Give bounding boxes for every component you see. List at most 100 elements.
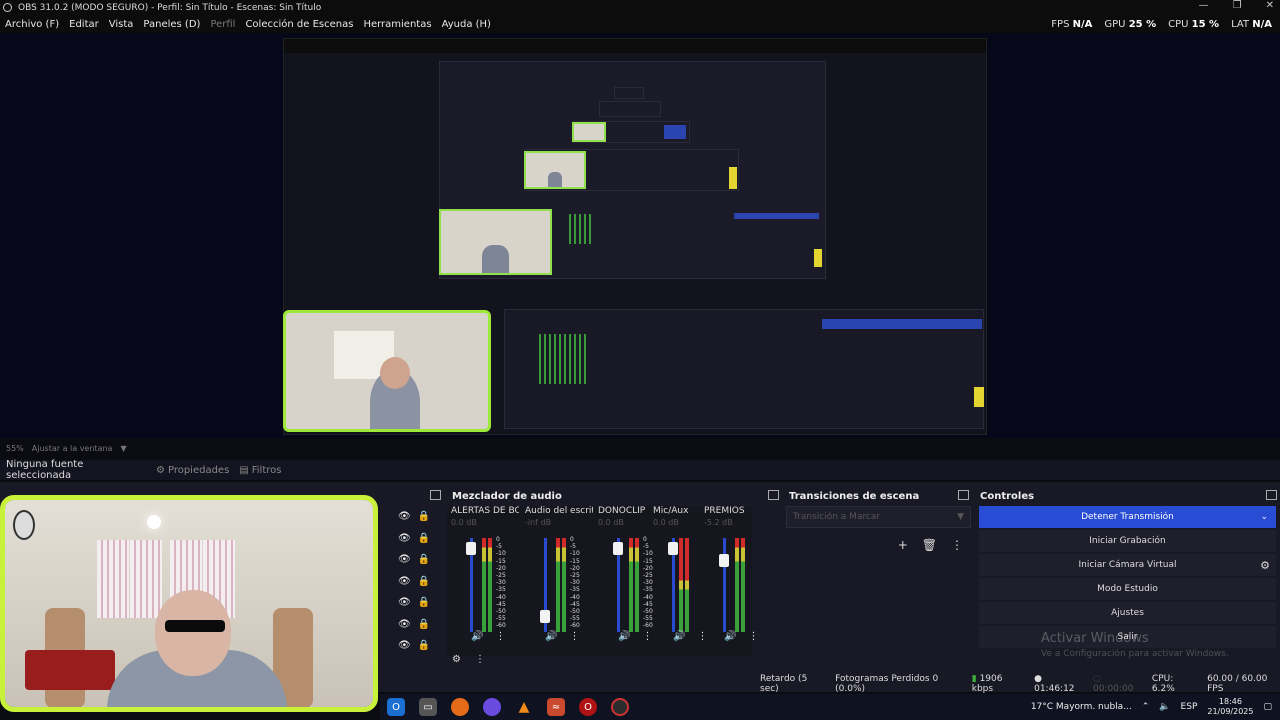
start-virtual-camera-button[interactable]: Iniciar Cámara Virtual ⚙ [979,554,1276,576]
volume-fader-track[interactable] [723,538,726,632]
lock-icon[interactable]: 🔒 [418,511,430,522]
fit-window-select[interactable]: Ajustar a la ventana [32,444,113,453]
minimize-button[interactable]: — [1199,0,1209,11]
chat-app-icon[interactable] [483,698,501,716]
menu-editar[interactable]: Editar [64,19,104,30]
cpu-stat: CPU 15 % [1168,18,1220,30]
lock-icon[interactable]: 🔒 [418,619,430,630]
channel-name: PREMIOS [704,506,745,516]
eye-icon[interactable]: 👁 [398,576,411,587]
lock-icon[interactable]: 🔒 [418,554,430,565]
studio-mode-button[interactable]: Modo Estudio [979,578,1276,600]
speaker-icon[interactable]: 🔊 [471,631,483,642]
close-button[interactable]: ✕ [1266,0,1274,11]
level-meter [556,538,560,632]
channel-db: 0.0 dB [598,518,624,527]
volume-fader-knob[interactable] [719,554,729,568]
speaker-icon[interactable]: 🔊 [724,631,736,642]
lock-icon[interactable]: 🔒 [418,576,430,587]
filters-button[interactable]: ▤ Filtros [239,465,281,476]
mixer-menu-button[interactable]: ⋮ [475,654,485,665]
vlc-icon[interactable]: ▲ [515,698,533,716]
clock[interactable]: 18:46 21/09/2025 [1207,697,1253,717]
menu-coleccion-escenas[interactable]: Colección de Escenas [240,19,358,30]
eye-icon[interactable]: 👁 [398,511,411,522]
menu-ayuda[interactable]: Ayuda (H) [437,19,496,30]
transitions-undock-icon[interactable] [958,490,969,500]
level-meter [735,538,739,632]
obs-taskbar-icon[interactable] [611,698,629,716]
eye-icon[interactable]: 👁 [398,640,411,651]
chevron-down-icon[interactable]: ▼ [120,444,126,453]
channel-db: -5.2 dB [704,518,733,527]
mixer-channel: PREMIOS -5.2 dB 🔊 ⋮ [704,506,764,656]
eye-icon[interactable]: 👁 [398,554,411,565]
lock-icon[interactable]: 🔒 [418,533,430,544]
stream-time: ● 01:46:12 [1034,674,1075,694]
volume-fader-knob[interactable] [613,542,623,556]
level-meter [679,538,683,632]
opera-icon[interactable]: O [579,698,597,716]
chevron-down-icon[interactable]: ⌄ [1260,512,1268,522]
menu-herramientas[interactable]: Herramientas [358,19,436,30]
properties-button[interactable]: ⚙ Propiedades [156,465,229,476]
menu-vista[interactable]: Vista [104,19,139,30]
mixer-channel: ALERTAS DE BOT 0.0 dB 0-5-10-15-20-25-30… [451,506,519,656]
firefox-icon[interactable] [451,698,469,716]
menu-paneles[interactable]: Paneles (D) [138,19,205,30]
file-explorer-icon[interactable]: ▭ [419,698,437,716]
level-meter [482,538,486,632]
volume-fader-knob[interactable] [540,610,550,624]
channel-menu-button[interactable]: ⋮ [495,631,505,642]
delete-transition-button[interactable]: 🗑 [922,538,937,552]
stop-stream-button[interactable]: Detener Transmisión ⌄ [979,506,1276,528]
nested-level-5 [614,87,644,99]
lock-icon[interactable]: 🔒 [418,640,430,651]
volume-icon[interactable]: 🔈 [1159,702,1170,712]
mixer-settings-gear-icon[interactable]: ⚙ [452,654,461,665]
dropped-frames-status: Fotogramas Perdidos 0 (0.0%) [835,674,939,694]
nested-stream-button [822,319,982,329]
restore-button[interactable]: ❐ [1233,0,1242,11]
mixer-channel: DONOCLIP 0.0 dB 0 -5 -10 -15 -20 -25 -30 -35 -40… [598,506,658,656]
controls-undock-icon[interactable] [1266,490,1277,500]
volume-fader-knob[interactable] [668,542,678,556]
start-recording-button[interactable]: Iniciar Grabación [979,530,1276,552]
channel-db: 0.0 dB [451,518,477,527]
chevron-up-icon[interactable]: ⌃ [1142,702,1150,712]
signal-icon: ▮ [971,674,977,684]
system-tray: 17°C Mayorm. nubla... ⌃ 🔈 ESP 18:46 21/09… [1031,694,1272,720]
lock-icon[interactable]: 🔒 [418,597,430,608]
no-source-label: Ninguna fuente seleccionada [6,459,84,481]
nested-meters-1 [569,214,591,244]
menu-archivo[interactable]: Archivo (F) [0,19,64,30]
mixer-undock-icon[interactable] [430,490,441,500]
speaker-icon[interactable]: 🔊 [618,631,630,642]
level-meter [629,538,633,632]
gear-icon[interactable]: ⚙ [1260,559,1270,572]
channel-menu-button[interactable]: ⋮ [748,631,758,642]
channel-menu-button[interactable]: ⋮ [642,631,652,642]
channel-db: -inf dB [525,518,552,527]
volume-fader-knob[interactable] [466,542,476,556]
weather-widget[interactable]: 17°C Mayorm. nubla... [1031,702,1132,712]
eye-icon[interactable]: 👁 [398,597,411,608]
speaker-icon[interactable]: 🔊 [545,631,557,642]
eye-icon[interactable]: 👁 [398,619,411,630]
channel-name: ALERTAS DE BOT [451,506,519,516]
source-toolbar: Ninguna fuente seleccionada ⚙ Propiedades… [0,459,1280,481]
notification-icon[interactable]: ▢ [1263,702,1272,712]
app-icon[interactable]: ≈ [547,698,565,716]
outlook-icon[interactable]: O [387,698,405,716]
fps-status: 60.00 / 60.00 FPS [1207,674,1268,694]
mixer-right-undock-icon[interactable] [768,490,779,500]
obs-logo-icon [3,3,12,12]
speaker-icon[interactable]: 🔊 [673,631,685,642]
add-transition-button[interactable]: + [898,538,908,552]
settings-button[interactable]: Ajustes [979,602,1276,624]
transition-menu-button[interactable]: ⋮ [951,538,963,552]
eye-icon[interactable]: 👁 [398,533,411,544]
language-indicator[interactable]: ESP [1181,702,1198,712]
transition-select[interactable]: Transición a Marcar ▼ [786,506,971,528]
channel-menu-button[interactable]: ⋮ [569,631,579,642]
